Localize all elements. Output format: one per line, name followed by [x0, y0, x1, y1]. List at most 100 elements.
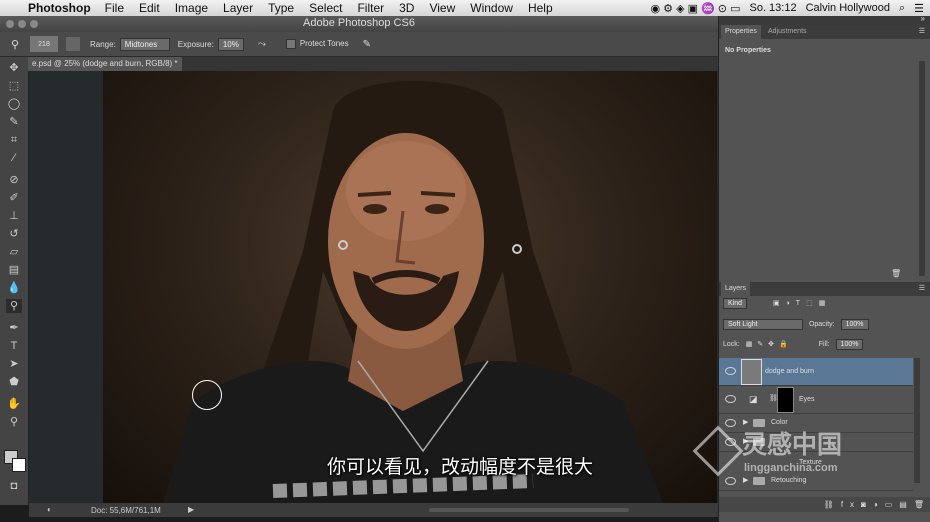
- blend-row: Soft Light Opacity: 100%: [723, 319, 923, 333]
- collapse-panels-icon[interactable]: »: [921, 14, 925, 23]
- history-brush-icon[interactable]: ↺: [6, 227, 22, 241]
- app-menu[interactable]: Photoshop: [28, 1, 91, 15]
- layer-name[interactable]: Eyes: [799, 396, 815, 403]
- blend-mode-select[interactable]: Soft Light: [723, 319, 803, 330]
- pressure-icon[interactable]: ✎: [363, 39, 371, 50]
- dodge-brush-cursor: [192, 380, 222, 410]
- window-title: Adobe Photoshop CS6: [303, 17, 415, 29]
- layer-row-eyes[interactable]: ◪ ⛓ Eyes: [719, 386, 913, 414]
- video-subtitle: 你可以看见，改动幅度不是很大: [326, 457, 593, 478]
- shape-tool-icon[interactable]: ⬟: [6, 375, 22, 389]
- background-color-swatch[interactable]: [12, 458, 26, 472]
- type-tool-icon[interactable]: T: [6, 339, 22, 353]
- doc-size: Doc: 55,6M/761,1M: [91, 506, 161, 515]
- menu-help[interactable]: Help: [528, 1, 553, 15]
- user-name[interactable]: Calvin Hollywood: [806, 2, 890, 14]
- portrait-photo[interactable]: [103, 71, 717, 503]
- dodge-tool-icon[interactable]: ⚲: [0, 38, 30, 51]
- trash-icon[interactable]: 🗑: [891, 269, 901, 278]
- range-label: Range:: [90, 39, 116, 49]
- menu-file[interactable]: File: [105, 1, 124, 15]
- menu-window[interactable]: Window: [470, 1, 513, 15]
- tab-layers[interactable]: Layers: [721, 282, 751, 296]
- menu-filter[interactable]: Filter: [357, 1, 384, 15]
- properties-tabs: Properties Adjustments ☰: [719, 25, 930, 39]
- dodge-tool-icon-active[interactable]: ⚲: [6, 299, 22, 313]
- stamp-tool-icon[interactable]: ⊥: [6, 209, 22, 223]
- layer-mask-thumbnail: [777, 387, 794, 413]
- path-select-tool-icon[interactable]: ➤: [6, 357, 22, 371]
- toolbox: ✥ ⬚ ◯ ✎ ⌗ ⁄ ⊘ ✐ ⊥ ↺ ▱ ▤ 💧 ⚲ ✒ T ➤ ⬟ ✋ ⚲ …: [0, 57, 29, 505]
- menu-list-icon[interactable]: ☰: [914, 2, 924, 15]
- layer-filter-row: Kind ▣◑T⬚▦: [723, 298, 923, 313]
- zoom-tool-icon[interactable]: ⚲: [6, 415, 22, 429]
- brush-tool-icon[interactable]: ✐: [6, 191, 22, 205]
- tab-properties[interactable]: Properties: [721, 25, 761, 39]
- move-tool-icon[interactable]: ✥: [6, 61, 22, 75]
- watermark-brand: 灵感中国: [742, 431, 843, 459]
- lock-label: Lock:: [723, 341, 740, 348]
- protect-tones-label: Protect Tones: [299, 39, 349, 49]
- search-icon[interactable]: ⌕: [899, 2, 905, 15]
- range-select[interactable]: Midtones: [119, 37, 170, 51]
- status-bar: ◐ Doc: 55,6M/761,1M ▶: [29, 503, 718, 517]
- eraser-tool-icon[interactable]: ▱: [6, 245, 22, 259]
- layer-name[interactable]: dodge and burn: [765, 368, 814, 375]
- filter-icons[interactable]: ▣◑T⬚▦: [773, 300, 831, 307]
- horizontal-scrollbar[interactable]: [429, 508, 629, 512]
- quick-select-tool-icon[interactable]: ✎: [6, 115, 22, 129]
- properties-scrollbar[interactable]: [919, 61, 925, 276]
- layers-footer-icons[interactable]: ⛓fx◙◑▭▤🗑: [719, 497, 930, 512]
- menu-edit[interactable]: Edit: [139, 1, 160, 15]
- status-icons[interactable]: ◉ ⚙ ◈ ▣ ♒ ⊙ ▭: [651, 2, 741, 15]
- eye-icon[interactable]: [725, 367, 736, 375]
- layers-menu-icon[interactable]: ☰: [919, 284, 925, 292]
- pen-tool-icon[interactable]: ✒: [6, 321, 22, 335]
- panel-menu-icon[interactable]: ☰: [919, 27, 925, 35]
- protect-tones-checkbox[interactable]: [285, 39, 296, 49]
- lock-row: Lock: ▦✎✥🔒 Fill: 100%: [723, 339, 923, 354]
- brush-panel-icon[interactable]: [66, 37, 80, 51]
- gradient-tool-icon[interactable]: ▤: [6, 263, 22, 277]
- hand-tool-icon[interactable]: ✋: [6, 397, 22, 411]
- lasso-tool-icon[interactable]: ◯: [6, 97, 22, 111]
- menu-3d[interactable]: 3D: [399, 1, 414, 15]
- exposure-input[interactable]: 10%: [217, 37, 244, 51]
- marquee-tool-icon[interactable]: ⬚: [6, 79, 22, 93]
- status-menu-arrow-icon[interactable]: ▶: [188, 505, 194, 514]
- exposure-label: Exposure:: [177, 39, 214, 49]
- lock-icons[interactable]: ▦✎✥🔒: [746, 341, 793, 348]
- opacity-input[interactable]: 100%: [840, 319, 869, 330]
- eyedropper-tool-icon[interactable]: ⁄: [6, 151, 22, 165]
- window-title-bar: Adobe Photoshop CS6: [0, 16, 718, 33]
- menu-image[interactable]: Image: [175, 1, 208, 15]
- clock[interactable]: So. 13:12: [749, 2, 796, 14]
- healing-tool-icon[interactable]: ⊘: [6, 173, 22, 187]
- menu-view[interactable]: View: [429, 1, 455, 15]
- layers-tabs: Layers ☰: [719, 282, 930, 296]
- menu-select[interactable]: Select: [309, 1, 342, 15]
- airbrush-icon[interactable]: ⤳: [258, 39, 266, 50]
- opacity-label: Opacity:: [808, 321, 835, 328]
- eye-icon[interactable]: [725, 395, 736, 403]
- zoom-indicator-icon[interactable]: ◐: [47, 505, 52, 514]
- watermark-site: lingganchina.com: [744, 462, 838, 474]
- crop-tool-icon[interactable]: ⌗: [6, 133, 22, 147]
- mac-menu-bar: Photoshop File Edit Image Layer Type Sel…: [0, 0, 930, 16]
- fill-label: Fill:: [818, 341, 830, 348]
- tab-adjustments[interactable]: Adjustments: [764, 25, 811, 39]
- menu-layer[interactable]: Layer: [223, 1, 253, 15]
- layer-row-dodge-and-burn[interactable]: dodge and burn: [719, 358, 913, 386]
- adjustment-layer-icon: ◪: [749, 394, 758, 404]
- no-properties-text: No Properties: [725, 47, 771, 54]
- brush-preset-picker[interactable]: 218: [30, 36, 58, 52]
- blur-tool-icon[interactable]: 💧: [6, 281, 22, 295]
- portrait-illustration: [163, 81, 663, 503]
- kind-filter-select[interactable]: Kind: [723, 298, 748, 309]
- watermark: 灵感中国 lingganchina.com: [692, 425, 920, 485]
- quick-mask-icon[interactable]: ◘: [6, 479, 22, 493]
- document-tab[interactable]: e.psd @ 25% (dodge and burn, RGB/8) *: [28, 57, 182, 71]
- menu-type[interactable]: Type: [268, 1, 294, 15]
- panel-dock-header: »: [719, 14, 930, 25]
- fill-input[interactable]: 100%: [835, 339, 864, 350]
